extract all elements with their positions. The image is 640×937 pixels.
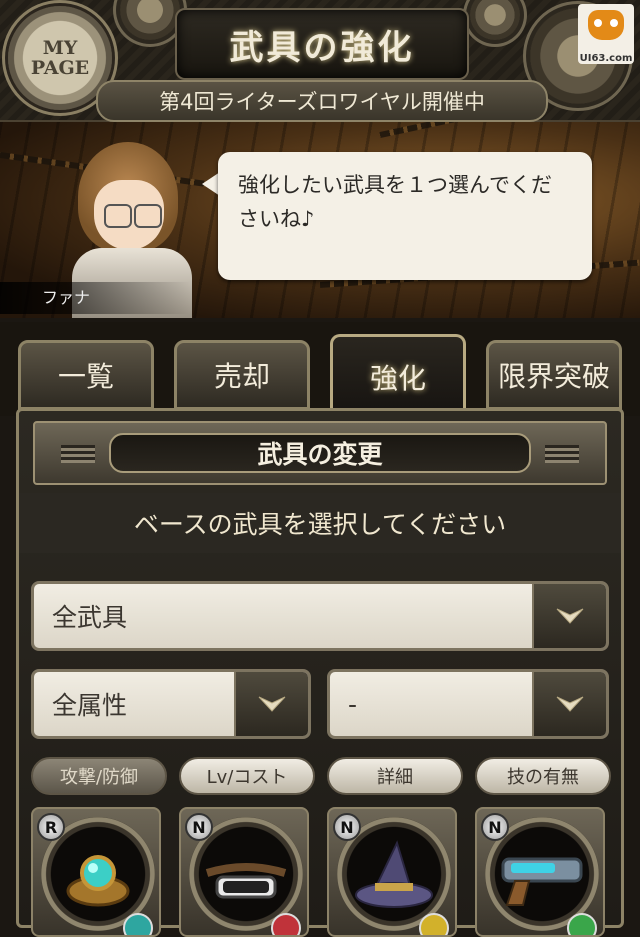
sort-attack-defense-button[interactable]: 攻撃/防御 <box>31 757 167 795</box>
attribute-icon <box>567 913 597 935</box>
header-bar: MY PAGE 武具の強化 第4回ライターズロワイヤル開催中 UI63.com <box>0 0 640 122</box>
rarity-badge: N <box>185 813 213 841</box>
watermark-logo: UI63.com <box>578 4 634 64</box>
attribute-icon <box>271 913 301 935</box>
glasses-icon <box>104 204 132 228</box>
event-banner-text: 第4回ライターズロワイヤル開催中 <box>159 90 485 114</box>
mascot-face-icon <box>588 10 624 40</box>
weapon-card[interactable]: N <box>179 807 309 937</box>
tab-enhance[interactable]: 強化 <box>330 334 466 416</box>
attribute-icon <box>419 913 449 935</box>
grip-lines-icon <box>61 445 95 463</box>
event-banner[interactable]: 第4回ライターズロワイヤル開催中 <box>96 80 548 122</box>
watermark-text: UI63.com <box>579 53 633 64</box>
sort-detail-button[interactable]: 詳細 <box>327 757 463 795</box>
gear-decoration-icon <box>120 0 180 40</box>
tab-bar: 一覧 売却 強化 限界突破 <box>0 322 640 416</box>
gun-icon <box>501 857 583 906</box>
attribute-select[interactable]: 全属性 <box>31 669 311 739</box>
speaker-name: ファナ <box>0 282 190 314</box>
page-title: 武具の強化 <box>175 8 469 80</box>
sort-level-cost-button[interactable]: Lv/コスト <box>179 757 315 795</box>
attribute-icon <box>123 913 153 935</box>
mypage-label-line1: MY <box>42 37 78 59</box>
goggles-icon <box>205 863 287 899</box>
weapon-card[interactable]: N <box>475 807 605 937</box>
weapon-type-select[interactable]: 全武具 <box>31 581 609 651</box>
chain-decoration <box>379 122 640 138</box>
tab-sell[interactable]: 売却 <box>174 340 310 410</box>
rarity-badge: R <box>37 813 65 841</box>
weapon-card[interactable]: N <box>327 807 457 937</box>
attribute-value: 全属性 <box>52 691 128 720</box>
rarity-badge: N <box>333 813 361 841</box>
section-title: 武具の変更 <box>109 433 531 473</box>
mypage-label-line2: PAGE <box>30 57 90 79</box>
secondary-filter-value: - <box>348 689 358 719</box>
glasses-icon <box>134 204 162 228</box>
gem-ring-icon <box>66 855 130 907</box>
secondary-filter-select[interactable]: - <box>327 669 609 739</box>
speech-bubble: 強化したい武具を１つ選んでくださいね♪ <box>218 152 592 280</box>
dropdown-arrow-icon[interactable] <box>532 584 606 648</box>
tab-limit-break[interactable]: 限界突破 <box>486 340 622 410</box>
tab-list[interactable]: 一覧 <box>18 340 154 410</box>
weapon-card[interactable]: R <box>31 807 161 937</box>
section-header: 武具の変更 <box>33 421 607 485</box>
dropdown-arrow-icon[interactable] <box>234 672 308 736</box>
enhance-panel: 武具の変更 ベースの武具を選択してください 全武具 全属性 - 攻撃/防御 Lv… <box>16 408 624 937</box>
instruction-text: ベースの武具を選択してください <box>19 493 621 553</box>
dropdown-arrow-icon[interactable] <box>532 672 606 736</box>
weapon-type-value: 全武具 <box>52 603 128 632</box>
rarity-badge: N <box>481 813 509 841</box>
sort-skill-button[interactable]: 技の有無 <box>475 757 611 795</box>
gear-decoration-icon <box>470 0 520 40</box>
grip-lines-icon <box>545 445 579 463</box>
witch-hat-icon <box>355 840 433 908</box>
